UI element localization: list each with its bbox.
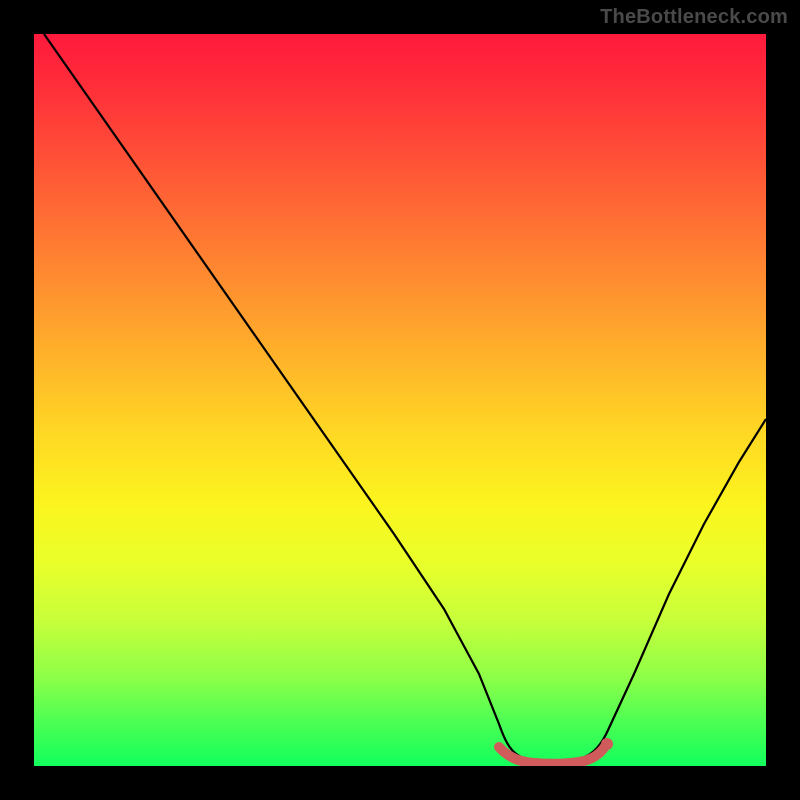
watermark-label: TheBottleneck.com	[600, 6, 788, 29]
marker-end-dot	[601, 738, 613, 750]
chart-svg	[34, 34, 766, 766]
plot-area	[34, 34, 766, 766]
chart-frame: TheBottleneck.com	[0, 0, 800, 800]
bottleneck-curve-path	[44, 34, 766, 762]
optimal-range-marker-path	[499, 745, 606, 764]
